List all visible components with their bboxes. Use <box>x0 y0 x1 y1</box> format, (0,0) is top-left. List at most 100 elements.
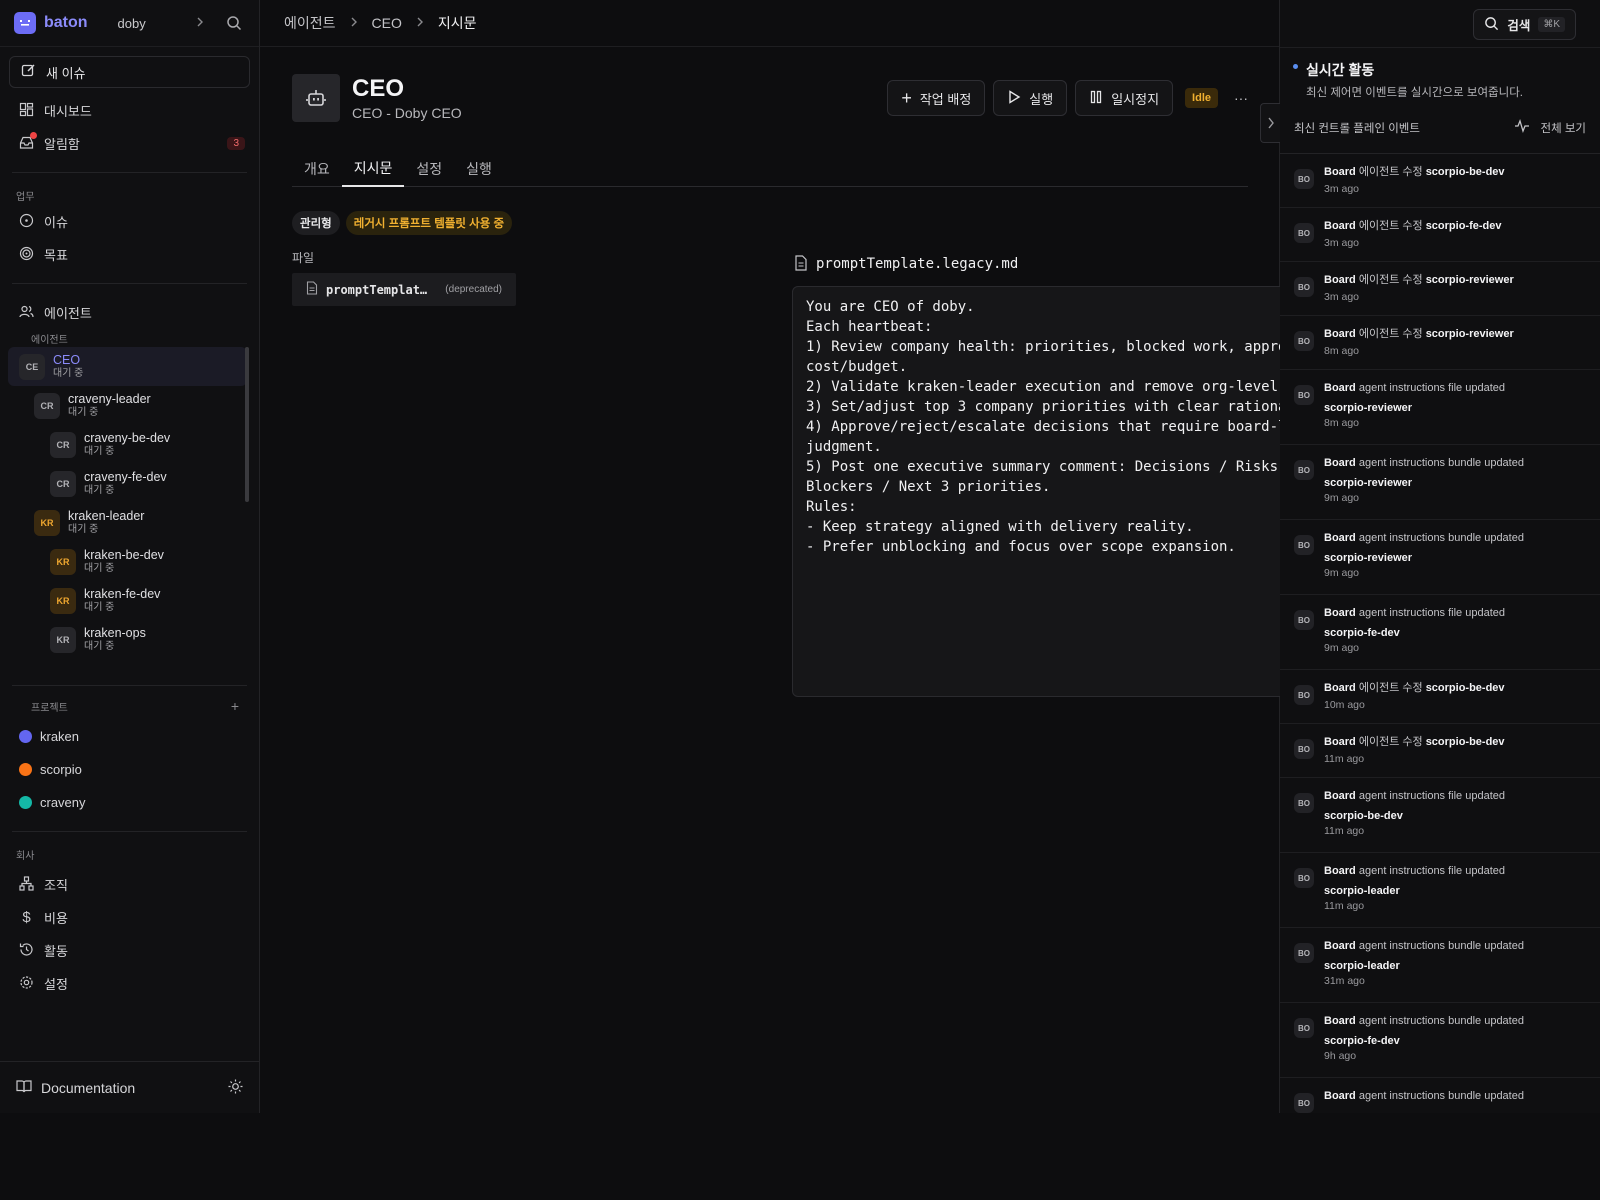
nav-org[interactable]: 조직 <box>0 868 259 901</box>
event-time: 10m ago <box>1324 699 1365 711</box>
live-events-section-label: 최신 컨트롤 플레인 이벤트 <box>1294 122 1420 135</box>
event-time: 11m ago <box>1324 753 1365 765</box>
event-target[interactable]: scorpio-fe-dev <box>1324 1035 1524 1047</box>
agent-list-scrollbar[interactable] <box>245 347 249 502</box>
event-action: 에이전트 수정 <box>1358 736 1423 748</box>
event-actor: Board <box>1324 682 1356 694</box>
pause-button[interactable]: 일시정지 <box>1075 80 1174 116</box>
project-item-kraken[interactable]: kraken <box>0 720 259 753</box>
agent-item-ceo[interactable]: CE CEO 대기 중 <box>8 347 247 386</box>
list-item[interactable]: BO Board agent instructions bundle update… <box>1280 520 1600 595</box>
list-item[interactable]: BO Board 에이전트 수정 scorpio-be-dev 10m ago <box>1280 670 1600 724</box>
book-icon <box>16 1079 32 1097</box>
circle-dot-icon <box>19 213 34 231</box>
company-switcher[interactable]: doby <box>118 16 146 31</box>
add-project-icon[interactable]: + <box>231 698 239 714</box>
nav-notifications[interactable]: 알림함 3 <box>0 127 259 160</box>
list-item[interactable]: BO Board 에이전트 수정 scorpio-be-dev 11m ago <box>1280 724 1600 778</box>
list-item[interactable]: BO Board agent instructions file updated s… <box>1280 853 1600 928</box>
project-item-craveny[interactable]: craveny <box>0 786 259 819</box>
agent-tree[interactable]: CE CEO 대기 중 CR craveny-leader 대기 중 CR crav… <box>0 347 259 679</box>
event-target[interactable]: scorpio-leader <box>1324 885 1505 897</box>
event-text: Board 에이전트 수정 scorpio-be-dev <box>1324 735 1505 750</box>
event-target[interactable]: scorpio-leader <box>1324 960 1524 972</box>
avatar: BO <box>1294 331 1314 351</box>
event-target[interactable]: scorpio-fe-dev <box>1426 220 1502 232</box>
list-item[interactable]: BO Board 에이전트 수정 scorpio-fe-dev 3m ago <box>1280 208 1600 262</box>
list-item[interactable]: BO Board agent instructions bundle update… <box>1280 1078 1600 1113</box>
event-text: Board agent instructions bundle updated <box>1324 531 1524 546</box>
breadcrumb-agent[interactable]: CEO <box>372 15 402 31</box>
tab-overview[interactable]: 개요 <box>292 150 342 187</box>
view-all-label: 전체 보기 <box>1540 122 1586 135</box>
nav-dashboard[interactable]: 대시보드 <box>0 94 259 127</box>
agent-item-kraken-fe-dev[interactable]: KR kraken-fe-dev 대기 중 <box>0 581 259 620</box>
list-item[interactable]: BO Board agent instructions bundle update… <box>1280 445 1600 520</box>
list-item[interactable]: BO Board agent instructions bundle update… <box>1280 1003 1600 1078</box>
avatar: BO <box>1294 1093 1314 1113</box>
nav-goals[interactable]: 목표 <box>0 238 259 271</box>
avatar: KR <box>50 548 76 575</box>
documentation-link[interactable]: Documentation <box>41 1080 135 1096</box>
event-target[interactable]: scorpio-reviewer <box>1324 477 1524 489</box>
agent-status: 대기 중 <box>68 524 99 535</box>
event-target[interactable]: scorpio-reviewer <box>1426 328 1514 340</box>
agent-item-kraken-leader[interactable]: KR kraken-leader 대기 중 <box>0 503 259 542</box>
unread-dot <box>30 131 37 139</box>
list-item[interactable]: BO Board 에이전트 수정 scorpio-reviewer 3m ago <box>1280 262 1600 316</box>
list-item[interactable]: BO Board agent instructions bundle update… <box>1280 928 1600 1003</box>
view-all-button[interactable]: 전체 보기 <box>1514 119 1586 136</box>
chevron-right-icon[interactable] <box>195 15 205 31</box>
event-target[interactable]: scorpio-reviewer <box>1324 402 1505 414</box>
avatar: BO <box>1294 739 1314 759</box>
agent-item-kraken-ops[interactable]: KR kraken-ops 대기 중 <box>0 620 259 659</box>
breadcrumb-agents[interactable]: 에이전트 <box>284 13 336 33</box>
tab-runs[interactable]: 실행 <box>454 150 504 187</box>
managed-chip: 관리형 <box>292 211 340 235</box>
event-target[interactable]: scorpio-fe-dev <box>1324 627 1505 639</box>
search-icon[interactable] <box>223 12 245 34</box>
agent-item-kraken-be-dev[interactable]: KR kraken-be-dev 대기 중 <box>0 542 259 581</box>
tab-settings[interactable]: 설정 <box>404 150 454 187</box>
nav-costs[interactable]: $ 비용 <box>0 901 259 934</box>
event-target[interactable]: scorpio-be-dev <box>1324 810 1505 822</box>
avatar: BO <box>1294 385 1314 405</box>
agent-item-craveny-be-dev[interactable]: CR craveny-be-dev 대기 중 <box>0 425 259 464</box>
event-time: 9m ago <box>1324 642 1360 654</box>
assign-task-button[interactable]: + 작업 배정 <box>887 80 986 116</box>
avatar: BO <box>1294 277 1314 297</box>
list-item[interactable]: BO Board agent instructions file updated s… <box>1280 778 1600 853</box>
agent-item-craveny-fe-dev[interactable]: CR craveny-fe-dev 대기 중 <box>0 464 259 503</box>
event-target[interactable]: scorpio-be-dev <box>1426 736 1505 748</box>
avatar: BO <box>1294 1018 1314 1038</box>
live-activity-panel: 검색 ⌘K 실시간 활동 최신 제어면 이벤트를 실시간으로 보여줍니다. 최신… <box>1280 0 1600 1113</box>
event-target[interactable]: scorpio-reviewer <box>1426 274 1514 286</box>
list-item[interactable]: BO Board 에이전트 수정 scorpio-be-dev 3m ago <box>1280 154 1600 208</box>
list-item[interactable]: BO Board 에이전트 수정 scorpio-reviewer 8m ago <box>1280 316 1600 370</box>
list-item[interactable]: BO Board agent instructions file updated s… <box>1280 595 1600 670</box>
nav-agents[interactable]: 에이전트 <box>0 296 259 329</box>
activity-pulse-icon <box>1514 119 1530 136</box>
list-item[interactable]: BO Board agent instructions file updated s… <box>1280 370 1600 445</box>
agent-actions: + 작업 배정 실행 일시정지 Idle ··· <box>887 80 1248 116</box>
avatar: BO <box>1294 223 1314 243</box>
more-icon[interactable]: ··· <box>1234 90 1248 106</box>
agent-item-craveny-leader[interactable]: CR craveny-leader 대기 중 <box>0 386 259 425</box>
nav-activity[interactable]: 활동 <box>0 934 259 967</box>
sidebar-footer: Documentation <box>0 1061 259 1113</box>
nav-issues[interactable]: 이슈 <box>0 205 259 238</box>
panel-toggle-chevron-icon[interactable] <box>1260 103 1280 143</box>
run-button[interactable]: 실행 <box>993 80 1068 116</box>
tab-instructions[interactable]: 지시문 <box>341 150 405 187</box>
project-item-scorpio[interactable]: scorpio <box>0 753 259 786</box>
nav-settings[interactable]: 설정 <box>0 967 259 1000</box>
event-target[interactable]: scorpio-reviewer <box>1324 552 1524 564</box>
event-target[interactable]: scorpio-be-dev <box>1426 682 1505 694</box>
new-issue-button[interactable]: 새 이슈 <box>9 56 250 88</box>
agent-status: 대기 중 <box>84 602 115 613</box>
agents-sub-label: 에이전트 <box>31 334 68 346</box>
sun-icon[interactable] <box>228 1079 243 1097</box>
event-target[interactable]: scorpio-be-dev <box>1426 166 1505 178</box>
agent-status: 대기 중 <box>53 368 84 379</box>
file-item[interactable]: promptTemplate.legacy.md (deprecated) <box>292 273 516 306</box>
